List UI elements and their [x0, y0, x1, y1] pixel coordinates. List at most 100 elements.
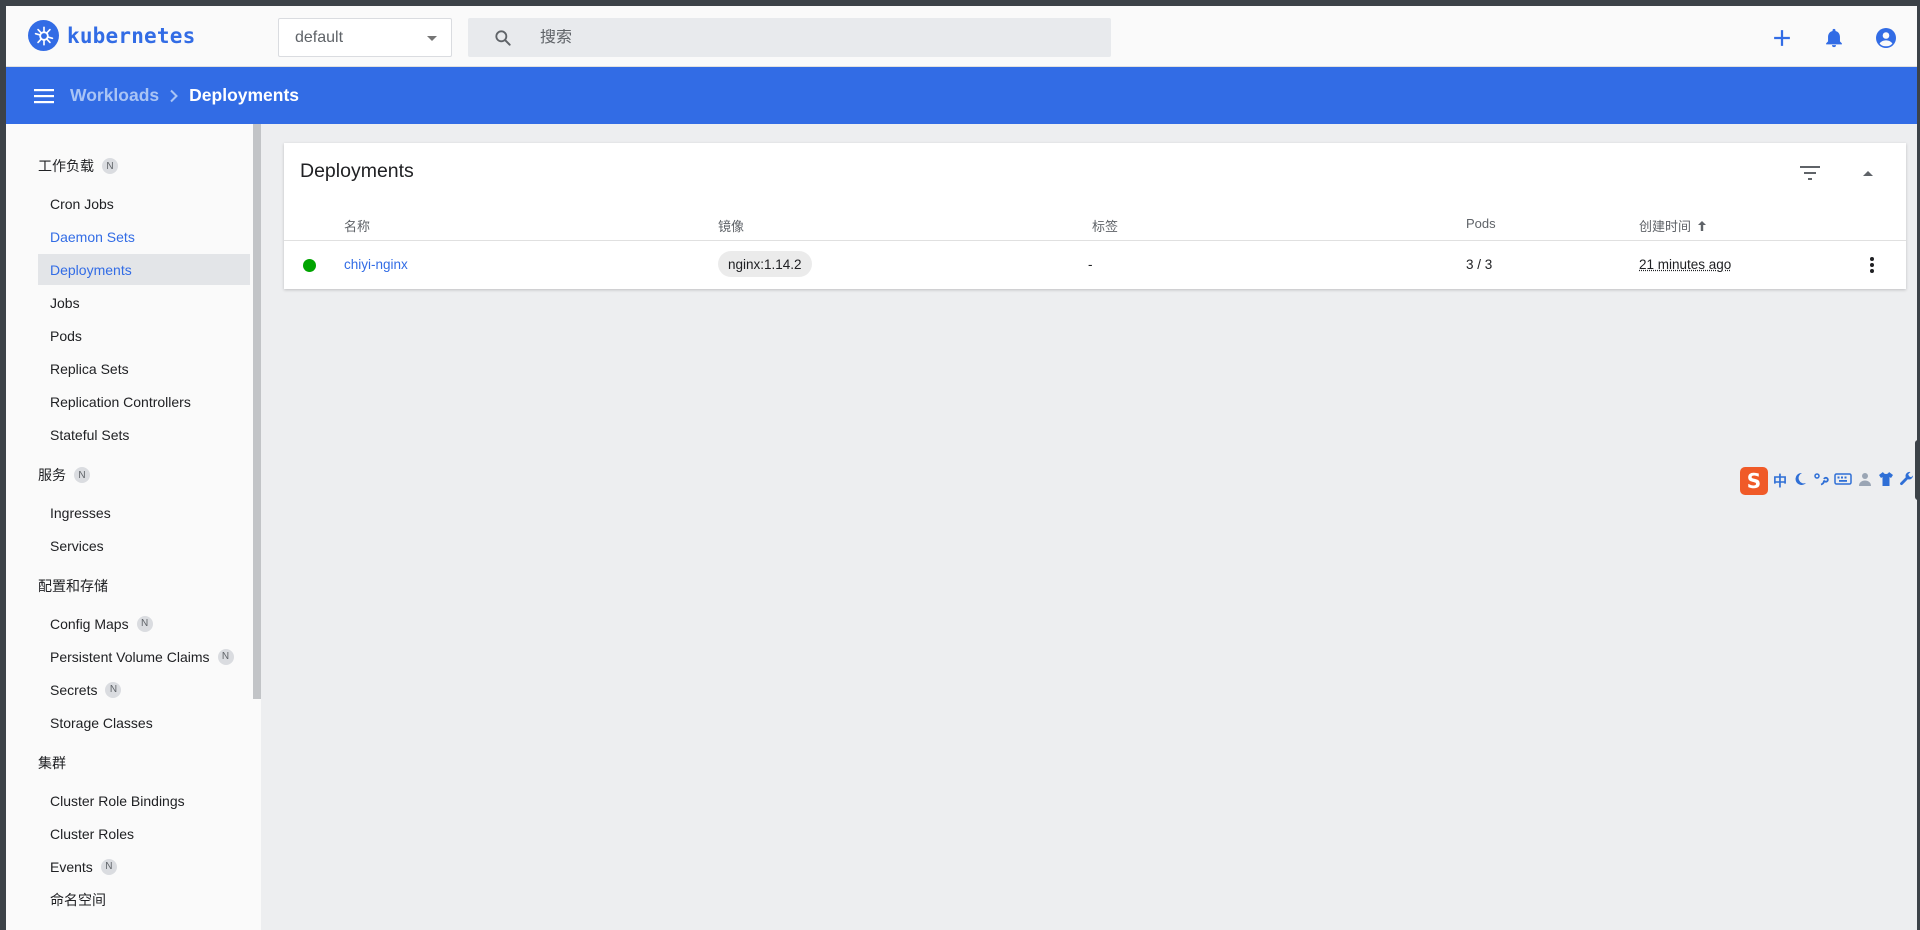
sidebar-item-replication-controllers[interactable]: Replication Controllers	[38, 386, 250, 417]
section-title: 集群	[38, 755, 66, 771]
sidebar-item-label: Events	[50, 858, 93, 875]
sort-arrow-up-icon	[1698, 220, 1707, 231]
punctuation-icon[interactable]	[1813, 471, 1829, 492]
breadcrumb-bar: Workloads Deployments	[6, 67, 1917, 124]
top-actions	[1766, 22, 1902, 54]
sidebar-item-pods[interactable]: Pods	[38, 320, 250, 351]
namespace-select[interactable]: default	[278, 18, 452, 57]
sidebar-item-namespaces[interactable]: 命名空间	[38, 884, 250, 915]
sidebar-section-workloads[interactable]: 工作负载 N	[38, 156, 118, 176]
user-icon[interactable]	[1857, 471, 1873, 492]
sidebar-item-label: Cluster Roles	[50, 825, 135, 842]
sidebar-item-services[interactable]: Services	[38, 530, 250, 561]
sidebar-section-cluster[interactable]: 集群	[38, 753, 66, 773]
breadcrumb-workloads-link[interactable]: Workloads	[70, 85, 159, 106]
namespaced-badge: N	[105, 681, 122, 698]
sidebar-item-label: Cron Jobs	[50, 195, 114, 212]
shirt-icon[interactable]	[1878, 471, 1894, 492]
sidebar-item-storage-classes[interactable]: Storage Classes	[38, 707, 250, 738]
card-actions	[1794, 157, 1884, 189]
sidebar-item-label: Deployments	[50, 261, 132, 278]
plus-icon	[1774, 30, 1790, 46]
logo-text: kubernetes	[67, 23, 196, 48]
sidebar-item-label: Cluster Role Bindings	[50, 792, 185, 809]
filter-list-icon	[1800, 166, 1820, 180]
sidebar-item-label: Storage Classes	[50, 714, 153, 731]
sidebar-item-jobs[interactable]: Jobs	[38, 287, 250, 318]
namespaced-badge: N	[74, 467, 90, 483]
keyboard-icon[interactable]	[1834, 472, 1852, 491]
more-vert-icon	[1870, 257, 1874, 273]
sidebar-scrollbar[interactable]	[253, 124, 261, 699]
notifications-button[interactable]	[1818, 22, 1850, 54]
sidebar-item-secrets[interactable]: Secrets N	[38, 674, 250, 705]
column-header-labels: 标签	[1092, 216, 1118, 235]
image-chip: nginx:1.14.2	[718, 251, 812, 277]
column-label: 名称	[344, 219, 371, 234]
search-icon	[492, 27, 514, 49]
row-actions-button[interactable]	[1860, 253, 1884, 277]
sidebar-item-stateful-sets[interactable]: Stateful Sets	[38, 419, 250, 450]
column-header-name[interactable]: 名称	[344, 216, 370, 235]
column-label: 镜像	[718, 219, 745, 234]
sidebar-nav: 工作负载 N Cron Jobs Daemon Sets Deployments…	[6, 124, 261, 930]
ime-mode-toggle[interactable]: 中	[1773, 471, 1787, 491]
column-label: 创建时间	[1639, 219, 1692, 234]
sidebar-item-label: Secrets	[50, 681, 98, 698]
account-button[interactable]	[1870, 22, 1902, 54]
status-running-icon	[303, 259, 316, 272]
column-header-created[interactable]: 创建时间	[1639, 216, 1707, 235]
column-header-pods: Pods	[1466, 216, 1496, 231]
sidebar-item-label: Pods	[50, 327, 82, 344]
top-toolbar: kubernetes default	[6, 6, 1917, 67]
account-circle-icon	[1876, 28, 1896, 48]
breadcrumb-current: Deployments	[189, 85, 300, 105]
sidebar-item-label: Ingresses	[50, 504, 111, 521]
sidebar-item-persistent-volume-claims[interactable]: Persistent Volume Claims N	[38, 641, 250, 672]
create-button[interactable]	[1766, 22, 1798, 54]
namespaced-badge: N	[217, 648, 234, 665]
arrow-drop-up-icon	[1863, 171, 1873, 176]
sidebar-item-replica-sets[interactable]: Replica Sets	[38, 353, 250, 384]
sidebar-item-cron-jobs[interactable]: Cron Jobs	[38, 188, 250, 219]
sidebar-item-deployments[interactable]: Deployments	[38, 254, 250, 285]
sidebar-item-label: Replica Sets	[50, 360, 129, 377]
card-title: Deployments	[300, 160, 414, 182]
ime-logo[interactable]: S	[1740, 467, 1768, 495]
section-title: 配置和存储	[38, 578, 108, 594]
sidebar-item-config-maps[interactable]: Config Maps N	[38, 608, 250, 639]
sidebar-item-label: Persistent Volume Claims	[50, 648, 210, 665]
kubernetes-logo[interactable]: kubernetes	[28, 20, 195, 51]
namespaced-badge: N	[100, 858, 117, 875]
bell-icon	[1826, 28, 1842, 48]
sidebar-item-label: Config Maps	[50, 615, 129, 632]
sidebar-section-config-storage[interactable]: 配置和存储	[38, 576, 108, 596]
table-row: chiyi-nginx nginx:1.14.2 - 3 / 3 21 minu…	[284, 242, 1906, 288]
namespaced-badge: N	[102, 158, 118, 174]
pods-value: 3 / 3	[1466, 257, 1493, 272]
sidebar-item-label: Jobs	[50, 294, 80, 311]
hamburger-icon	[34, 88, 54, 103]
sidebar-item-events[interactable]: Events N	[38, 851, 250, 882]
column-header-images: 镜像	[718, 216, 744, 235]
namespaced-badge: N	[136, 615, 153, 632]
sidebar-item-cluster-role-bindings[interactable]: Cluster Role Bindings	[38, 785, 250, 816]
table-header: 名称 镜像 标签 Pods 创建时间	[284, 207, 1906, 241]
filter-button[interactable]	[1794, 157, 1826, 189]
moon-icon[interactable]	[1792, 471, 1808, 492]
sidebar-item-ingresses[interactable]: Ingresses	[38, 497, 250, 528]
dropdown-caret-icon	[427, 36, 437, 41]
search-input[interactable]	[540, 28, 1040, 47]
sidebar-item-daemon-sets[interactable]: Daemon Sets	[38, 221, 250, 252]
collapse-button[interactable]	[1852, 157, 1884, 189]
sidebar-item-cluster-roles[interactable]: Cluster Roles	[38, 818, 250, 849]
search-bar	[468, 18, 1111, 57]
created-time[interactable]: 21 minutes ago	[1639, 257, 1731, 272]
chevron-right-icon	[169, 89, 179, 103]
deployment-name-link[interactable]: chiyi-nginx	[344, 257, 408, 272]
wrench-icon[interactable]	[1899, 471, 1915, 492]
sidebar-section-services[interactable]: 服务 N	[38, 465, 90, 485]
nav-menu-button[interactable]	[26, 78, 62, 114]
namespace-value: default	[295, 28, 344, 46]
section-title: 工作负载	[38, 158, 94, 174]
